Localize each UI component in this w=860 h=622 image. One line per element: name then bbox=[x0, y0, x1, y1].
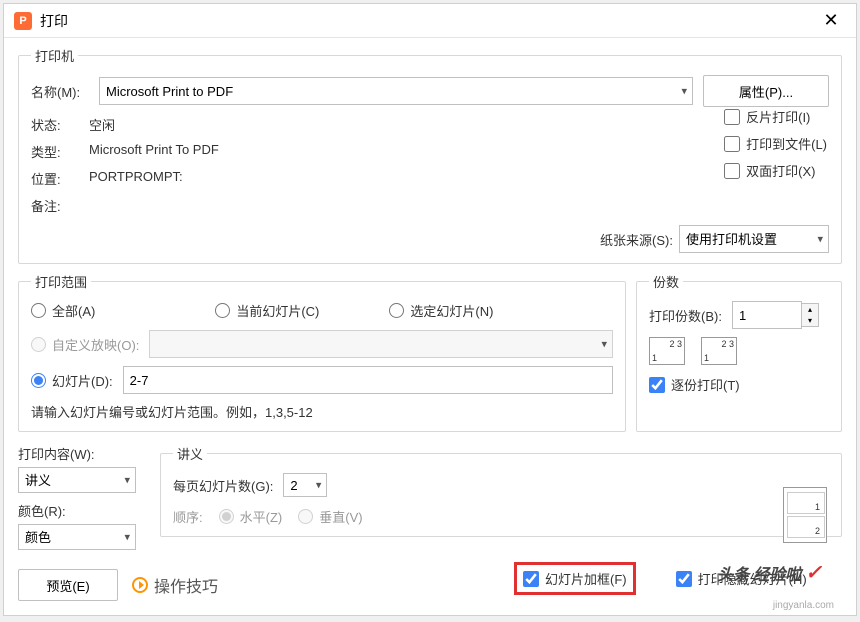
per-page-select[interactable]: 2 bbox=[283, 473, 327, 497]
copies-label: 打印份数(B): bbox=[649, 306, 722, 325]
range-selection-label: 选定幻灯片(N) bbox=[410, 301, 493, 320]
play-icon bbox=[132, 577, 148, 593]
properties-button[interactable]: 属性(P)... bbox=[703, 75, 829, 107]
printer-name-select[interactable]: Microsoft Print to PDF bbox=[99, 77, 693, 105]
printer-info-grid: 状态: 空闲 类型: Microsoft Print To PDF 位置: PO… bbox=[31, 115, 829, 215]
close-button[interactable]: ✕ bbox=[816, 6, 846, 36]
tips-label: 操作技巧 bbox=[154, 573, 218, 597]
order-vertical-item: 垂直(V) bbox=[298, 507, 362, 526]
dialog-footer: 预览(E) 操作技巧 头条 经验啦 ✓ bbox=[18, 569, 842, 601]
watermark: 头条 经验啦 ✓ bbox=[717, 560, 822, 585]
collate-icon-2: 12 3 bbox=[701, 337, 737, 365]
print-content-select[interactable]: 讲义 bbox=[18, 467, 136, 493]
print-content-label: 打印内容(W): bbox=[18, 444, 136, 463]
printer-options: 反片打印(I) 打印到文件(L) 双面打印(X) bbox=[724, 107, 827, 180]
range-hint: 请输入幻灯片编号或幻灯片范围。例如，1,3,5-12 bbox=[31, 402, 613, 421]
location-label: 位置: bbox=[31, 169, 89, 188]
duplex-print-row[interactable]: 双面打印(X) bbox=[724, 161, 827, 180]
tips-link[interactable]: 操作技巧 bbox=[132, 573, 218, 597]
collate-row[interactable]: 逐份打印(T) bbox=[649, 375, 829, 394]
range-legend: 打印范围 bbox=[31, 272, 91, 291]
range-current-item[interactable]: 当前幻灯片(C) bbox=[215, 301, 319, 320]
range-current-label: 当前幻灯片(C) bbox=[236, 301, 319, 320]
paper-source-row: 纸张来源(S): 使用打印机设置 bbox=[31, 225, 829, 253]
paper-source-select[interactable]: 使用打印机设置 bbox=[679, 225, 829, 253]
range-slides-radio[interactable] bbox=[31, 373, 46, 388]
printer-name-label: 名称(M): bbox=[31, 82, 89, 101]
app-icon: P bbox=[14, 12, 32, 30]
order-horizontal-item: 水平(Z) bbox=[219, 507, 283, 526]
comment-value bbox=[89, 196, 829, 215]
range-slides-item[interactable]: 幻灯片(D): bbox=[31, 371, 113, 390]
collate-icon-1: 12 3 bbox=[649, 337, 685, 365]
range-selection-item[interactable]: 选定幻灯片(N) bbox=[389, 301, 493, 320]
printer-legend: 打印机 bbox=[31, 46, 78, 65]
handout-group: 讲义 每页幻灯片数(G): 2 顺序: 水平(Z) 垂直(V) bbox=[160, 444, 842, 537]
copies-input[interactable] bbox=[732, 301, 802, 329]
range-custom-item: 自定义放映(O): bbox=[31, 335, 139, 354]
slides-range-input[interactable] bbox=[123, 366, 613, 394]
print-range-group: 打印范围 全部(A) 当前幻灯片(C) 选定幻灯片(N) bbox=[18, 272, 626, 432]
range-selection-radio[interactable] bbox=[389, 303, 404, 318]
status-label: 状态: bbox=[31, 115, 89, 134]
handout-preview-thumb: 1 2 bbox=[783, 487, 827, 543]
left-options: 打印内容(W): 讲义 颜色(R): 颜色 bbox=[18, 444, 136, 550]
collate-label: 逐份打印(T) bbox=[671, 375, 740, 394]
print-to-file-checkbox[interactable] bbox=[724, 136, 740, 152]
paper-source-label: 纸张来源(S): bbox=[600, 230, 673, 249]
titlebar: P 打印 ✕ bbox=[4, 4, 856, 38]
order-label: 顺序: bbox=[173, 507, 203, 526]
order-vertical-label: 垂直(V) bbox=[319, 507, 362, 526]
dialog-title: 打印 bbox=[40, 11, 816, 31]
copies-group: 份数 打印份数(B): ▴ ▾ 12 3 12 3 bbox=[636, 272, 842, 432]
printer-group: 打印机 名称(M): Microsoft Print to PDF 属性(P).… bbox=[18, 46, 842, 264]
copies-legend: 份数 bbox=[649, 272, 683, 291]
range-slides-label: 幻灯片(D): bbox=[52, 371, 113, 390]
reverse-print-row[interactable]: 反片打印(I) bbox=[724, 107, 827, 126]
status-value: 空闲 bbox=[89, 115, 829, 134]
reverse-print-checkbox[interactable] bbox=[724, 109, 740, 125]
range-all-label: 全部(A) bbox=[52, 301, 95, 320]
range-current-radio[interactable] bbox=[215, 303, 230, 318]
range-custom-radio bbox=[31, 337, 46, 352]
comment-label: 备注: bbox=[31, 196, 89, 215]
order-horizontal-radio bbox=[219, 509, 234, 524]
print-to-file-label: 打印到文件(L) bbox=[746, 134, 827, 153]
location-value: PORTPROMPT: bbox=[89, 169, 829, 188]
watermark-url: jingyanla.com bbox=[773, 600, 834, 611]
copies-down-button[interactable]: ▾ bbox=[802, 315, 818, 326]
type-value: Microsoft Print To PDF bbox=[89, 142, 829, 161]
preview-button[interactable]: 预览(E) bbox=[18, 569, 118, 601]
print-dialog: P 打印 ✕ 打印机 名称(M): Microsoft Print to PDF… bbox=[3, 3, 857, 616]
type-label: 类型: bbox=[31, 142, 89, 161]
order-vertical-radio bbox=[298, 509, 313, 524]
per-page-label: 每页幻灯片数(G): bbox=[173, 476, 273, 495]
dialog-content: 打印机 名称(M): Microsoft Print to PDF 属性(P).… bbox=[4, 38, 856, 603]
checkmark-icon: ✓ bbox=[805, 560, 822, 585]
range-all-radio[interactable] bbox=[31, 303, 46, 318]
duplex-print-checkbox[interactable] bbox=[724, 163, 740, 179]
custom-show-select bbox=[149, 330, 613, 358]
collate-icons: 12 3 12 3 bbox=[649, 337, 829, 365]
collate-checkbox[interactable] bbox=[649, 377, 665, 393]
color-select[interactable]: 颜色 bbox=[18, 524, 136, 550]
reverse-print-label: 反片打印(I) bbox=[746, 107, 810, 126]
range-all-item[interactable]: 全部(A) bbox=[31, 301, 95, 320]
handout-legend: 讲义 bbox=[173, 444, 207, 463]
print-to-file-row[interactable]: 打印到文件(L) bbox=[724, 134, 827, 153]
range-custom-label: 自定义放映(O): bbox=[52, 335, 139, 354]
copies-spinner[interactable]: ▴ ▾ bbox=[732, 301, 819, 329]
color-label: 颜色(R): bbox=[18, 501, 136, 520]
duplex-print-label: 双面打印(X) bbox=[746, 161, 815, 180]
order-horizontal-label: 水平(Z) bbox=[240, 507, 283, 526]
copies-up-button[interactable]: ▴ bbox=[802, 304, 818, 315]
